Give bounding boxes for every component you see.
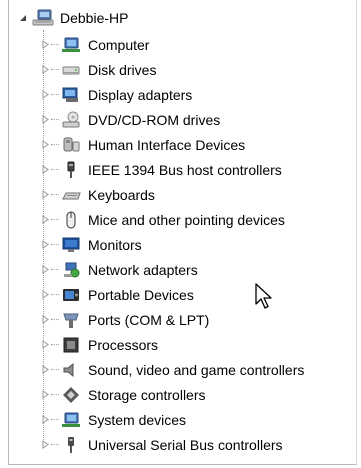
tree-item-disk-drives[interactable]: Disk drives [40, 57, 156, 82]
tree-connector [51, 94, 59, 95]
processor-icon [61, 336, 81, 354]
tree-item-ieee-1394-bus-host-controllers[interactable]: IEEE 1394 Bus host controllers [40, 157, 282, 182]
computer-network-icon [32, 9, 54, 27]
port-icon [61, 311, 81, 329]
collapsed-triangle-icon[interactable] [40, 264, 50, 276]
portable-device-icon [61, 286, 81, 304]
tree-item-label: Computer [88, 36, 150, 53]
tree-item-mice-and-other-pointing-devices[interactable]: Mice and other pointing devices [40, 207, 285, 232]
mouse-icon [61, 211, 81, 229]
tree-item-human-interface-devices[interactable]: Human Interface Devices [40, 132, 245, 157]
collapsed-triangle-icon[interactable] [40, 239, 50, 251]
tree-connector [51, 219, 59, 220]
tree-root-label: Debbie-HP [60, 10, 129, 26]
tree-item-storage-controllers[interactable]: Storage controllers [40, 382, 206, 407]
mouse-cursor-icon [255, 283, 272, 309]
keyboard-icon [61, 186, 81, 204]
system-devices-icon [61, 411, 81, 429]
tree-connector [51, 394, 59, 395]
collapsed-triangle-icon[interactable] [40, 114, 50, 126]
tree-item-computer[interactable]: Computer [40, 32, 149, 57]
tree-item-portable-devices[interactable]: Portable Devices [40, 282, 194, 307]
collapsed-triangle-icon[interactable] [40, 139, 50, 151]
tree-item-label: Display adapters [88, 86, 193, 103]
collapsed-triangle-icon[interactable] [40, 89, 50, 101]
tree-item-network-adapters[interactable]: Network adapters [40, 257, 198, 282]
tree-item-label: DVD/CD-ROM drives [88, 111, 221, 128]
tree-item-system-devices[interactable]: System devices [40, 407, 186, 432]
tree-connector [51, 344, 59, 345]
tree-item-label: Network adapters [88, 261, 198, 278]
tree-item-label: Monitors [88, 236, 142, 253]
tree-item-label: Mice and other pointing devices [88, 211, 285, 228]
tree-item-label: Disk drives [88, 61, 157, 78]
collapsed-triangle-icon[interactable] [40, 389, 50, 401]
tree-connector [51, 144, 59, 145]
expanded-triangle-icon[interactable] [18, 13, 28, 23]
tree-item-label: System devices [88, 411, 187, 428]
tree-connector [51, 369, 59, 370]
collapsed-triangle-icon[interactable] [40, 289, 50, 301]
collapsed-triangle-icon[interactable] [40, 39, 50, 51]
tree-connector [51, 44, 59, 45]
tree-connector [51, 294, 59, 295]
collapsed-triangle-icon[interactable] [40, 364, 50, 376]
tree-item-sound-video-and-game-controllers[interactable]: Sound, video and game controllers [40, 357, 304, 382]
ieee1394-icon [61, 161, 81, 179]
tree-root-debbie-hp[interactable]: Debbie-HP [18, 8, 128, 28]
tree-item-label: IEEE 1394 Bus host controllers [88, 161, 282, 178]
tree-item-label: Processors [88, 336, 159, 353]
tree-connector [51, 419, 59, 420]
tree-connector [51, 69, 59, 70]
tree-item-monitors[interactable]: Monitors [40, 232, 142, 257]
tree-item-display-adapters[interactable]: Display adapters [40, 82, 192, 107]
tree-item-label: Storage controllers [88, 386, 206, 403]
disk-drive-icon [61, 61, 81, 79]
collapsed-triangle-icon[interactable] [40, 189, 50, 201]
tree-connector [51, 194, 59, 195]
storage-controller-icon [61, 386, 81, 404]
usb-icon [61, 436, 81, 454]
tree-item-label: Portable Devices [88, 286, 194, 303]
computer-icon [61, 36, 81, 54]
collapsed-triangle-icon[interactable] [40, 339, 50, 351]
dvd-drive-icon [61, 111, 81, 129]
tree-connector [51, 444, 59, 445]
tree-item-label: Sound, video and game controllers [88, 361, 305, 378]
tree-item-label: Ports (COM & LPT) [88, 311, 210, 328]
tree-item-label: Human Interface Devices [88, 136, 246, 153]
collapsed-triangle-icon[interactable] [40, 164, 50, 176]
tree-connector [51, 169, 59, 170]
tree-item-label: Keyboards [88, 186, 155, 203]
tree-connector [51, 119, 59, 120]
tree-item-processors[interactable]: Processors [40, 332, 158, 357]
collapsed-triangle-icon[interactable] [40, 214, 50, 226]
network-adapter-icon [61, 261, 81, 279]
sound-icon [61, 361, 81, 379]
display-adapter-icon [61, 86, 81, 104]
monitor-icon [61, 236, 81, 254]
collapsed-triangle-icon[interactable] [40, 64, 50, 76]
tree-connector [51, 319, 59, 320]
tree-item-ports-com-lpt[interactable]: Ports (COM & LPT) [40, 307, 209, 332]
tree-item-universal-serial-bus-controllers[interactable]: Universal Serial Bus controllers [40, 432, 283, 457]
collapsed-triangle-icon[interactable] [40, 314, 50, 326]
tree-connector [51, 244, 59, 245]
hid-icon [61, 136, 81, 154]
collapsed-triangle-icon[interactable] [40, 414, 50, 426]
collapsed-triangle-icon[interactable] [40, 439, 50, 451]
tree-item-dvd-cd-rom-drives[interactable]: DVD/CD-ROM drives [40, 107, 220, 132]
tree-item-keyboards[interactable]: Keyboards [40, 182, 155, 207]
tree-item-label: Universal Serial Bus controllers [88, 436, 283, 453]
tree-connector [51, 269, 59, 270]
